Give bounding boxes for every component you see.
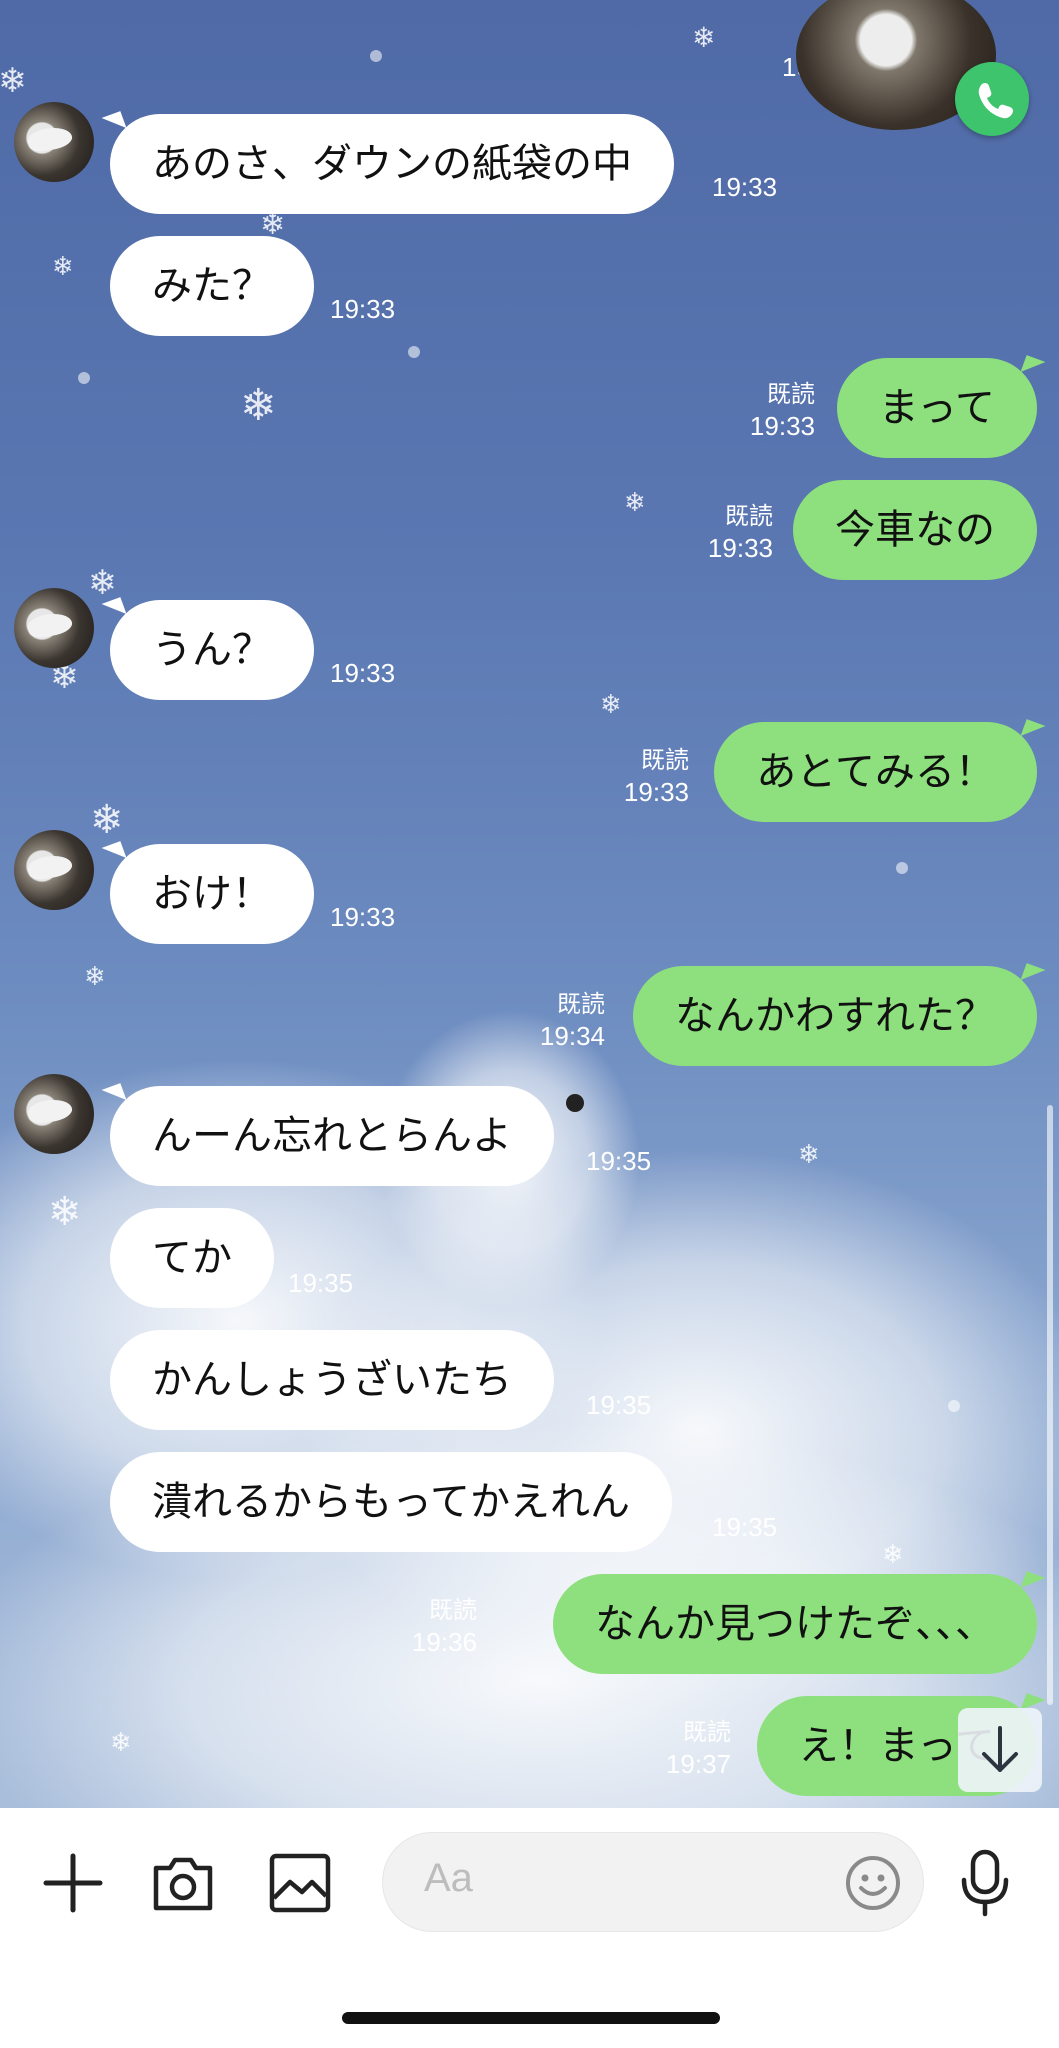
contact-avatar[interactable] <box>14 102 94 182</box>
message-time: 19:33 <box>707 533 773 563</box>
emoji-icon[interactable] <box>844 1854 902 1912</box>
image-icon[interactable] <box>268 1852 332 1914</box>
message-time: 19:34 <box>539 1021 605 1051</box>
snowflake-icon: ❄ <box>52 252 74 282</box>
message-bubble-outgoing[interactable]: あとてみる！ <box>714 722 1037 822</box>
message-text: おけ！ <box>152 871 272 917</box>
message-time: 19:33 <box>330 902 396 932</box>
message-bubble-outgoing[interactable]: なんかわすれた？ <box>633 966 1037 1066</box>
message-time: 19:33 <box>749 411 815 441</box>
snowflake-icon: ❄ <box>240 380 277 431</box>
message-text: うん？ <box>152 627 272 673</box>
message-bubble-incoming[interactable]: かんしょうざいたち <box>110 1330 554 1430</box>
snow-dot <box>370 50 382 62</box>
contact-avatar[interactable] <box>14 1074 94 1154</box>
snowflake-icon: ❄ <box>600 690 622 720</box>
message-time: 19:33 <box>712 172 778 202</box>
snow-dot <box>896 862 908 874</box>
message-meta: 既読 19:33 <box>750 380 815 442</box>
read-status: 既読 <box>429 1597 477 1624</box>
message-text: かんしょうざいたち <box>152 1357 512 1403</box>
message-bubble-incoming[interactable]: おけ！ <box>110 844 314 944</box>
message-bubble-incoming[interactable]: んーん忘れとらんよ <box>110 1086 554 1186</box>
message-text: てか <box>152 1235 232 1281</box>
read-status: 既読 <box>557 991 605 1018</box>
message-text: 潰れるからもってかえれん <box>152 1479 630 1525</box>
phone-icon <box>978 82 1014 119</box>
message-bubble-outgoing[interactable]: 今車なの <box>793 480 1037 580</box>
message-text: まって <box>878 385 995 431</box>
camera-icon[interactable] <box>150 1852 216 1914</box>
background-cat-eye <box>566 1094 584 1112</box>
message-time: 19:37 <box>665 1749 731 1779</box>
plus-icon[interactable] <box>40 1850 106 1916</box>
message-meta: 既読 19:36 <box>412 1596 477 1658</box>
snow-dot <box>948 1400 960 1412</box>
message-text: んーん忘れとらんよ <box>152 1113 512 1159</box>
message-bubble-incoming[interactable]: てか <box>110 1208 274 1308</box>
home-indicator[interactable] <box>342 2012 720 2024</box>
snow-dot <box>408 346 420 358</box>
message-bubble-outgoing[interactable]: まって <box>836 358 1037 458</box>
message-bubble-incoming[interactable]: うん？ <box>110 600 314 700</box>
message-text: なんか見つけたぞ、、、 <box>595 1601 995 1647</box>
chat-area[interactable]: ❄ ❄ ❄ ❄ ❄ ❄ ❄ ❄ ❄ ❄ ❄ ❄ ❄ ❄ ❄ 19 あのさ、ダウン… <box>0 0 1059 1808</box>
snowflake-icon: ❄ <box>692 21 716 54</box>
message-text: あとてみる！ <box>756 749 995 795</box>
message-time: 19:33 <box>330 658 396 688</box>
message-bubble-incoming[interactable]: みた？ <box>110 236 314 336</box>
message-meta: 既読 19:33 <box>708 502 773 564</box>
message-text: あのさ、ダウンの紙袋の中 <box>152 141 632 187</box>
scrollbar[interactable] <box>1047 1105 1053 1705</box>
message-meta: 既読 19:34 <box>540 990 605 1052</box>
snowflake-icon: ❄ <box>882 1540 904 1570</box>
message-meta: 既読 19:33 <box>624 746 689 808</box>
message-time: 19:36 <box>411 1627 477 1657</box>
message-bubble-incoming[interactable]: あのさ、ダウンの紙袋の中 <box>110 114 674 214</box>
message-time: 19:33 <box>330 294 396 324</box>
snowflake-icon: ❄ <box>88 563 117 603</box>
read-status: 既読 <box>641 747 689 774</box>
snowflake-icon: ❄ <box>48 1189 82 1235</box>
message-bubble-incoming[interactable]: 潰れるからもってかえれん <box>110 1452 672 1552</box>
read-status: 既読 <box>725 503 773 530</box>
message-text: なんかわすれた？ <box>675 993 995 1039</box>
message-meta: 既読 19:37 <box>666 1718 731 1780</box>
snowflake-icon: ❄ <box>90 797 124 843</box>
snowflake-icon: ❄ <box>798 1140 820 1170</box>
snow-dot <box>78 372 90 384</box>
read-status: 既読 <box>683 1719 731 1746</box>
message-time: 19:35 <box>712 1512 778 1542</box>
message-text: みた？ <box>152 263 272 309</box>
contact-avatar[interactable] <box>14 588 94 668</box>
message-time: 19:35 <box>586 1390 652 1420</box>
arrow-down-icon <box>982 1726 1018 1772</box>
message-input-placeholder: Aa <box>424 1856 473 1900</box>
contact-avatar[interactable] <box>14 830 94 910</box>
message-bubble-outgoing[interactable]: なんか見つけたぞ、、、 <box>553 1574 1037 1674</box>
message-time: 19:35 <box>586 1146 652 1176</box>
message-text: 今車なの <box>835 507 995 553</box>
message-time: 19:35 <box>288 1268 354 1298</box>
snowflake-icon: ❄ <box>84 962 106 992</box>
microphone-icon[interactable] <box>958 1848 1012 1918</box>
read-status: 既読 <box>767 381 815 408</box>
call-button[interactable] <box>955 62 1029 136</box>
message-time: 19:33 <box>623 777 689 807</box>
snowflake-icon: ❄ <box>110 1728 132 1758</box>
scroll-to-bottom-button[interactable] <box>958 1708 1042 1792</box>
snowflake-icon: ❄ <box>0 61 27 101</box>
snowflake-icon: ❄ <box>624 488 646 518</box>
